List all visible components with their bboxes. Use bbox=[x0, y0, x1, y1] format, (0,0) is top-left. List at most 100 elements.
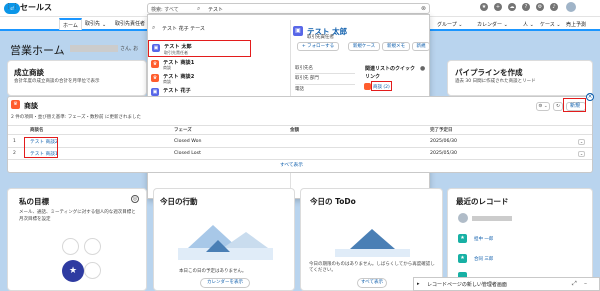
related-link-opportunities[interactable]: 商談 (2) bbox=[373, 84, 390, 90]
minimize-icon[interactable]: ⤢ bbox=[572, 280, 577, 288]
row-number: 2 bbox=[13, 151, 16, 156]
help-icon[interactable]: ? bbox=[522, 3, 530, 11]
goal-circle bbox=[84, 238, 101, 255]
search-icon: ⌕ bbox=[197, 5, 201, 12]
my-goals-title: 私の目標 bbox=[19, 197, 49, 206]
row-action-menu[interactable]: ⌄ bbox=[578, 151, 585, 157]
avatar bbox=[458, 213, 468, 223]
opportunity-icon bbox=[364, 83, 371, 90]
related-list-title: 商談 bbox=[24, 102, 38, 110]
view-all-link[interactable]: すべて表示 bbox=[280, 162, 303, 168]
result-title: テスト 花子 bbox=[163, 88, 191, 94]
column-header-close-date[interactable]: 完了予定日 bbox=[430, 127, 453, 133]
opportunity-icon: ♛ bbox=[11, 100, 20, 109]
divider bbox=[295, 84, 355, 85]
tab-calendar[interactable]: カレンダー ⌄ bbox=[477, 21, 508, 28]
preview-record-type: 取引先責任者 bbox=[307, 35, 334, 40]
star-icon[interactable]: ★ bbox=[480, 3, 488, 11]
opportunity-phase: Closed Lost bbox=[174, 151, 201, 156]
divider bbox=[295, 73, 355, 74]
result-type: 商談 bbox=[163, 65, 171, 70]
field-label-department: 取引先 部門 bbox=[295, 76, 319, 81]
rows-highlight bbox=[24, 137, 58, 158]
opportunity-icon: ♛ bbox=[151, 60, 159, 68]
search-result-item[interactable]: ▣ テスト 太郎 取引先責任者 bbox=[148, 40, 251, 57]
result-type: 商談 bbox=[163, 79, 171, 84]
new-case-button[interactable]: 新規ケース bbox=[348, 42, 380, 51]
pipeline-subtitle: 過去 30 日間に作成された商談とリード bbox=[455, 79, 536, 84]
search-result-item[interactable]: ♛ テスト 商談1 商談 bbox=[148, 58, 288, 71]
recent-records-title: 最近のレコード bbox=[456, 197, 509, 206]
table-divider bbox=[8, 147, 592, 148]
result-title: テスト 太郎 bbox=[164, 44, 192, 50]
column-header-amount[interactable]: 金額 bbox=[290, 127, 299, 133]
column-header-phase[interactable]: フェーズ bbox=[174, 127, 192, 133]
todays-todo-message: 今日の期限のものはありません。しばらくしてから再度確認してください。 bbox=[309, 262, 435, 273]
field-label-account: 取引先名 bbox=[295, 66, 313, 71]
target-icon[interactable]: ◎ bbox=[131, 195, 139, 203]
global-search-input[interactable]: 検索: すべて ⌕ テスト ⊗ bbox=[147, 3, 430, 14]
contact-icon: ★ bbox=[458, 254, 467, 263]
column-header-name[interactable]: 商談名 bbox=[30, 127, 44, 133]
opportunity-icon: ♛ bbox=[151, 74, 159, 82]
table-divider bbox=[8, 159, 592, 160]
close-icon[interactable]: × bbox=[586, 93, 594, 101]
tab-people[interactable]: 人 ⌄ bbox=[523, 21, 534, 28]
tab-forecasts[interactable]: 売上予測 bbox=[566, 21, 586, 28]
setup-icon[interactable]: ☁ bbox=[508, 3, 516, 11]
opportunity-phase: Closed Won bbox=[174, 139, 202, 144]
search-suggestion[interactable]: テスト 花子 テース bbox=[162, 25, 205, 32]
settings-menu-button[interactable]: ⚙ ⌄ bbox=[536, 102, 550, 111]
page-title: 営業ホーム bbox=[10, 44, 65, 57]
follow-button[interactable]: + フォローする bbox=[297, 42, 339, 51]
row-number: 1 bbox=[13, 139, 16, 144]
contact-icon: ▣ bbox=[293, 26, 303, 36]
plus-icon[interactable]: + bbox=[494, 3, 502, 11]
user-name-redacted bbox=[70, 45, 118, 52]
result-type: 取引先責任者 bbox=[164, 50, 188, 55]
closed-won-subtitle: 会計年度の成立商談の合計を月単位で表示 bbox=[14, 79, 100, 84]
field-label-phone: 電話 bbox=[295, 87, 304, 92]
search-icon: ⌕ bbox=[152, 24, 156, 31]
table-divider bbox=[8, 134, 592, 135]
view-all-todo-button[interactable]: すべて表示 bbox=[357, 278, 387, 288]
search-query[interactable]: テスト bbox=[208, 6, 223, 13]
closed-won-title: 成立商談 bbox=[14, 68, 44, 77]
avatar[interactable] bbox=[566, 2, 576, 12]
new-note-button[interactable]: 新規メモ bbox=[382, 42, 410, 51]
tab-accounts[interactable]: 取引先 bbox=[82, 18, 103, 30]
app-launcher-icon[interactable]: ⋮⋮ bbox=[5, 2, 19, 11]
recent-record-link[interactable]: 合同 三郎 bbox=[474, 256, 493, 262]
view-calendar-button[interactable]: カレンダーを表示 bbox=[200, 278, 250, 288]
tab-groups[interactable]: グループ ⌄ bbox=[437, 21, 462, 28]
search-result-item[interactable]: ▣ テスト 花子 bbox=[148, 86, 288, 96]
row-action-menu[interactable]: ⌄ bbox=[578, 139, 585, 145]
chevron-down-icon[interactable]: ⌄ bbox=[102, 22, 106, 28]
tab-contacts[interactable]: 取引先責任者 bbox=[112, 18, 148, 30]
related-quicklinks-title: 関連リストのクイックリンク bbox=[365, 66, 416, 80]
recent-record-link[interactable]: 担中 一郎 bbox=[474, 236, 493, 242]
more-actions-button[interactable]: 新規 bbox=[412, 42, 430, 51]
clear-search-icon[interactable]: ⊗ bbox=[421, 5, 426, 12]
refresh-button[interactable]: ↻ bbox=[553, 102, 563, 111]
gear-icon[interactable]: ⚙ bbox=[536, 3, 544, 11]
related-list-subtitle: 2 件の項目・並び替え基準: フェーズ・数秒前 に更新されました bbox=[11, 115, 141, 120]
tab-cases[interactable]: ケース ⌄ bbox=[540, 21, 561, 28]
my-goals-description: メール、通話、ミーティングに対する個人的な週次目標と月次目標を設定 bbox=[19, 210, 136, 222]
todays-events-message: 本日この日の予定はありません。 bbox=[179, 269, 247, 274]
goal-circle bbox=[62, 238, 79, 255]
table-divider bbox=[8, 125, 592, 126]
todays-todo-title: 今日の ToDo bbox=[310, 197, 356, 206]
info-icon: ● bbox=[420, 65, 426, 72]
close-icon[interactable]: – bbox=[584, 280, 587, 287]
search-result-item[interactable]: ♛ テスト 商談2 商談 bbox=[148, 72, 288, 85]
new-opportunity-button[interactable]: 新規 bbox=[570, 102, 580, 109]
todays-events-title: 今日の行動 bbox=[160, 197, 198, 206]
greeting-suffix: さん, お bbox=[120, 46, 139, 52]
camping-illustration bbox=[178, 225, 273, 260]
tab-home[interactable]: ホーム bbox=[59, 18, 82, 30]
bell-icon[interactable]: ♪ bbox=[550, 3, 558, 11]
opportunity-close-date: 2025/05/30 bbox=[430, 151, 458, 156]
contact-icon: ★ bbox=[458, 234, 467, 243]
search-scope-select[interactable]: 検索: すべて bbox=[151, 6, 179, 13]
